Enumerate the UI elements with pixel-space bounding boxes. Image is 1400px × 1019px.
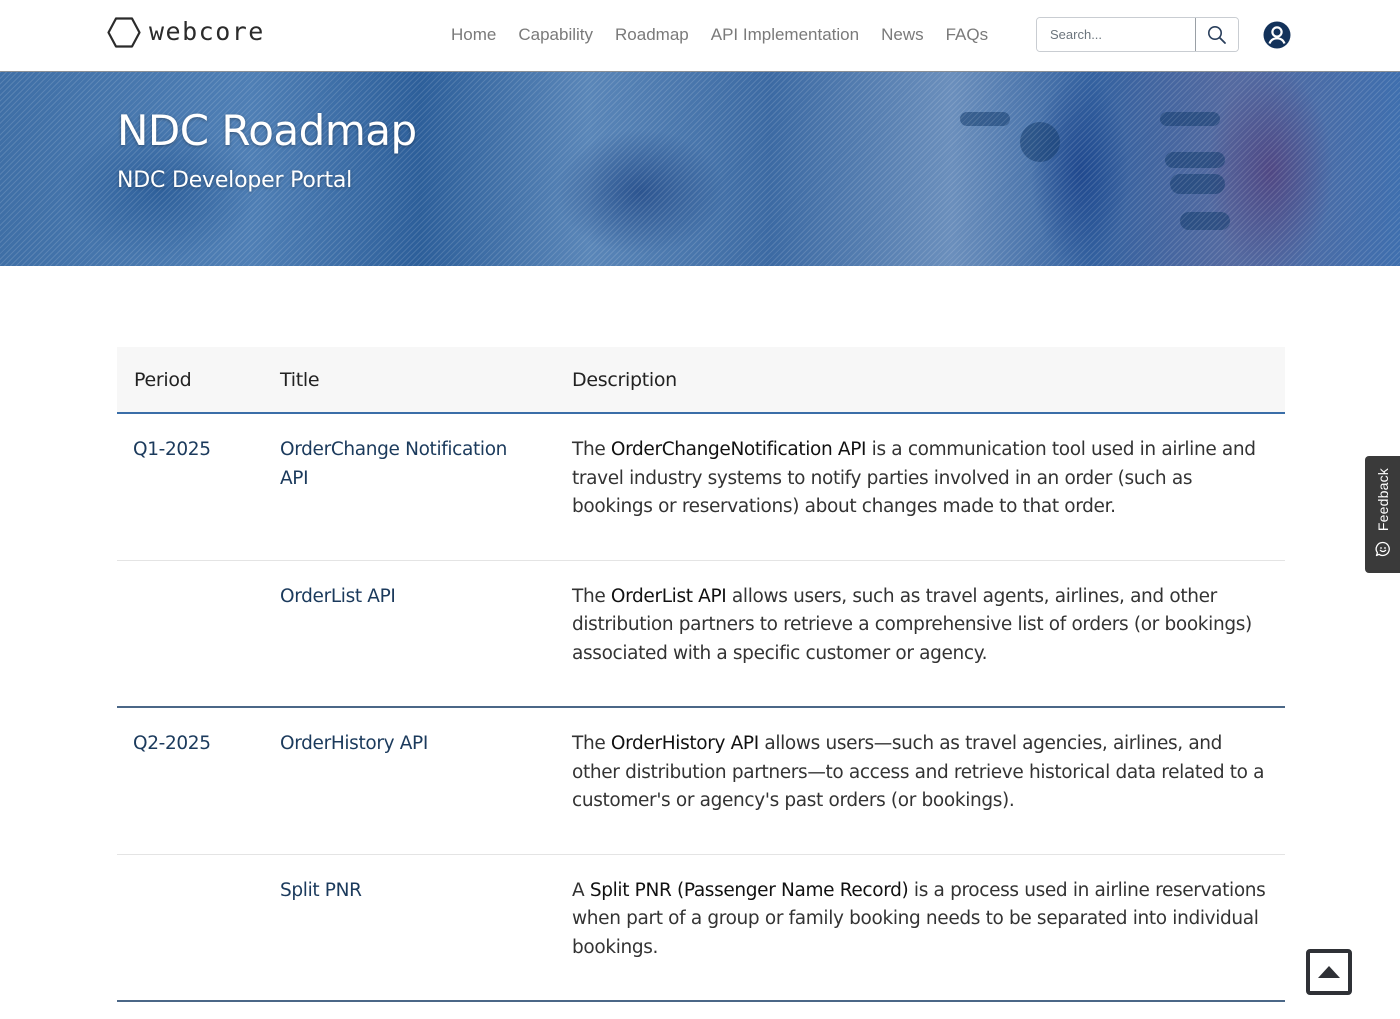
desc-prefix: The — [572, 585, 611, 607]
table-row: Q2-2025 OrderHistory API The OrderHistor… — [117, 707, 1285, 854]
search-box — [1036, 17, 1239, 52]
row-description: The OrderHistory API allows users—such a… — [555, 707, 1285, 854]
desc-prefix: The — [572, 439, 611, 460]
column-header-period: Period — [134, 368, 192, 391]
row-title: Split PNR — [280, 879, 362, 901]
nav-api-implementation[interactable]: API Implementation — [711, 24, 859, 46]
page-title: NDC Roadmap — [117, 106, 417, 155]
nav-roadmap[interactable]: Roadmap — [615, 24, 689, 46]
user-account-button[interactable] — [1263, 21, 1291, 49]
feedback-label: Feedback — [1374, 468, 1391, 532]
brand-name: webcore — [149, 17, 265, 46]
chat-smile-icon — [1375, 541, 1390, 557]
column-header-description: Description — [572, 368, 677, 391]
roadmap-table: Period Title Description Q1-2025 OrderCh… — [117, 347, 1285, 1002]
nav-home[interactable]: Home — [451, 24, 496, 46]
page-subtitle: NDC Developer Portal — [117, 168, 353, 193]
desc-prefix: The — [572, 733, 611, 754]
brand-logo[interactable]: webcore — [107, 17, 265, 48]
search-icon — [1208, 25, 1226, 44]
search-input[interactable] — [1037, 18, 1195, 51]
feedback-tab[interactable]: Feedback — [1365, 456, 1400, 573]
hexagon-logo-icon — [107, 17, 141, 48]
nav-news[interactable]: News — [881, 24, 924, 46]
row-period: Q2-2025 — [133, 733, 211, 754]
roadmap-table-container: Period Title Description Q1-2025 OrderCh… — [117, 347, 1285, 1002]
user-circle-icon — [1263, 21, 1291, 49]
column-header-title: Title — [280, 368, 320, 391]
desc-term: OrderChangeNotification API — [610, 439, 867, 460]
row-description: The OrderChangeNotification API is a com… — [555, 413, 1285, 560]
back-to-top-button[interactable] — [1306, 949, 1352, 995]
table-row: OrderList API The OrderList API allows u… — [117, 560, 1285, 707]
desc-term: OrderList API — [610, 585, 727, 607]
row-title: OrderHistory API — [280, 733, 428, 754]
desc-term: OrderHistory API — [610, 733, 759, 754]
caret-up-icon — [1318, 966, 1340, 978]
row-period — [117, 854, 263, 1001]
row-description: A Split PNR (Passenger Name Record) is a… — [555, 854, 1285, 1001]
row-title: OrderList API — [280, 585, 396, 607]
nav-capability[interactable]: Capability — [518, 24, 593, 46]
desc-prefix: A — [572, 879, 590, 901]
site-header: webcore Home Capability Roadmap API Impl… — [0, 0, 1400, 72]
table-row: Split PNR A Split PNR (Passenger Name Re… — [117, 854, 1285, 1001]
search-button[interactable] — [1195, 18, 1238, 51]
row-period: Q1-2025 — [133, 439, 211, 460]
row-description: The OrderList API allows users, such as … — [555, 560, 1285, 707]
row-period — [117, 560, 263, 707]
table-header-row: Period Title Description — [117, 347, 1285, 413]
main-nav: Home Capability Roadmap API Implementati… — [451, 24, 1010, 46]
nav-faqs[interactable]: FAQs — [946, 24, 989, 46]
hero-banner: NDC Roadmap NDC Developer Portal — [0, 72, 1400, 266]
table-row: Q1-2025 OrderChange Notification API The… — [117, 413, 1285, 560]
desc-term: Split PNR (Passenger Name Record) — [589, 879, 909, 901]
row-title: OrderChange Notification API — [280, 439, 508, 489]
